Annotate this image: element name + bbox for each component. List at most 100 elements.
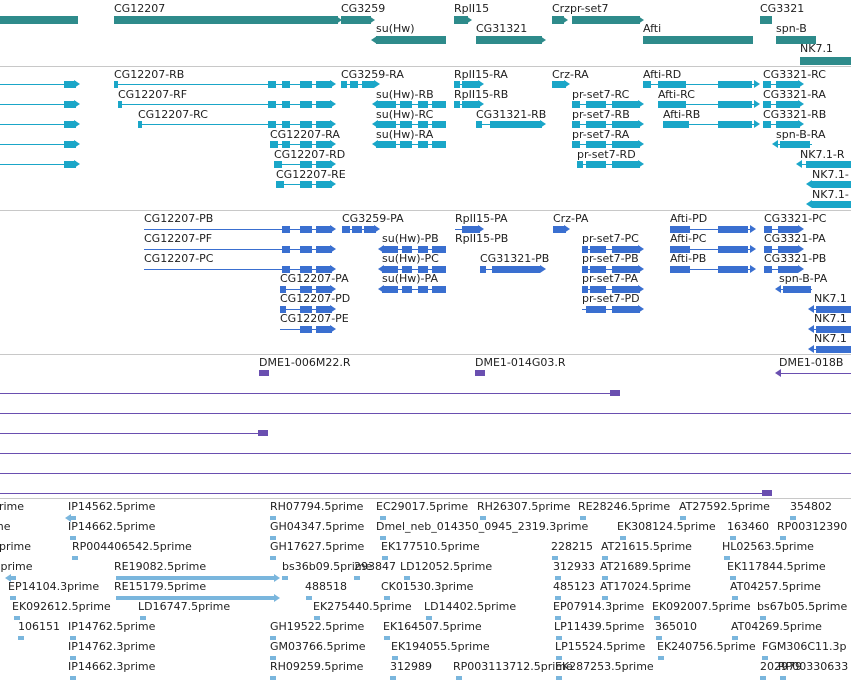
mrna-feature-exon[interactable] [763,101,771,108]
cds-feature-exon[interactable] [300,226,312,233]
mrna-feature-exon[interactable] [270,141,278,148]
mrna-feature-exon[interactable] [282,121,290,128]
clone-feature[interactable] [0,473,851,474]
transcript-label[interactable]: NK7.1- [812,168,849,181]
transcript-label[interactable]: Crz-RA [552,68,589,81]
mrna-feature-exon[interactable] [490,121,542,128]
est-label[interactable]: AT04269.5prime [731,620,822,633]
mrna-feature-exon[interactable] [341,81,347,88]
gene-bar[interactable] [572,16,640,24]
est-label[interactable]: EK117844.5prime [727,560,826,573]
est-label[interactable]: 293847 [354,560,396,573]
clone-end[interactable] [258,430,268,436]
clone-label[interactable]: DME1-014G03.R [475,356,566,369]
mrna-feature-exon[interactable] [400,141,412,148]
est-feature[interactable] [282,576,288,580]
est-label[interactable]: AT27592.5prime [679,500,770,513]
mrna-feature-exon[interactable] [268,101,276,108]
transcript-label[interactable]: CG12207-RC [138,108,208,121]
est-label[interactable]: EC29017.5prime [376,500,468,513]
cds-feature-exon[interactable] [718,226,748,233]
est-label[interactable]: 106151 [18,620,60,633]
mrna-feature-exon[interactable] [586,121,606,128]
gene-label[interactable]: Crzpr-set7 [552,2,609,15]
est-feature[interactable] [390,676,396,680]
mrna-feature-exon[interactable] [776,81,800,88]
est-label[interactable]: AT04257.5prime [730,580,821,593]
protein-label[interactable]: Afti-PC [670,232,706,245]
protein-label[interactable]: CG12207-PE [280,312,349,325]
transcript-label[interactable]: NK7.1-R [800,148,845,161]
est-feature[interactable] [306,596,312,600]
protein-label[interactable]: su(Hw)-PC [382,252,439,265]
gene-label[interactable]: su(Hw) [376,22,415,35]
est-label[interactable]: EK194055.5prime [391,640,490,653]
est-label[interactable]: IP14562.5prime [68,500,155,513]
mrna-feature-exon[interactable] [138,121,142,128]
protein-label[interactable]: NK7.1 [814,292,847,305]
est-label[interactable]: RE15179.5prime [114,580,206,593]
gene-label[interactable]: CG12207 [114,2,165,15]
protein-label[interactable]: NK7.1 [814,332,847,345]
est-label[interactable]: prime [0,500,24,513]
transcript-label[interactable]: CG3321-RA [763,88,826,101]
est-label[interactable]: ime [0,520,11,533]
mrna-feature-exon[interactable] [300,81,312,88]
protein-label[interactable]: CG3321-PA [764,232,826,245]
gene-label[interactable]: RpII15 [454,2,489,15]
mrna-feature-exon[interactable] [300,101,312,108]
cds-feature-exon[interactable] [402,286,412,293]
cds-feature-exon[interactable] [816,346,851,353]
mrna-feature-exon[interactable] [643,81,651,88]
est-feature[interactable] [270,676,276,680]
protein-label[interactable]: CG3259-PA [342,212,404,225]
protein-label[interactable]: Crz-PA [553,212,588,225]
cds-feature-exon[interactable] [783,286,811,293]
mrna-feature-exon[interactable] [612,121,640,128]
mrna-feature-exon[interactable] [812,181,851,188]
mrna-feature-exon[interactable] [476,121,482,128]
est-label[interactable]: IP14662.3prime [68,660,155,673]
est-feature[interactable] [384,636,390,640]
clone-feature[interactable] [0,433,262,434]
est-label[interactable]: IP14762.3prime [68,640,155,653]
cds-feature-exon[interactable] [764,266,772,273]
est-label[interactable]: 365010 [655,620,697,633]
est-label[interactable]: EK240756.5prime [657,640,756,653]
transcript-label[interactable]: su(Hw)-RA [376,128,433,141]
gene-bar[interactable] [376,36,446,44]
est-label[interactable]: EK287253.5prime [555,660,654,673]
transcript-label[interactable]: spn-B-RA [776,128,826,141]
protein-label[interactable]: pr-set7-PB [582,252,639,265]
mrna-feature-exon[interactable] [376,121,396,128]
est-label[interactable]: RH26307.5prime [477,500,570,513]
cds-feature-exon[interactable] [480,266,486,273]
transcript-label[interactable]: CG3259-RA [341,68,404,81]
gene-label[interactable]: CG31321 [476,22,527,35]
transcript-label[interactable]: CG31321-RB [476,108,546,121]
cds-feature-exon[interactable] [352,226,362,233]
gene-bar[interactable] [114,16,338,24]
protein-label[interactable]: Afti-PD [670,212,707,225]
est-label[interactable]: RP004406542.5prime [72,540,192,553]
mrna-feature-exon[interactable] [300,181,312,188]
clone-label[interactable]: DME1-006M22.R [259,356,351,369]
mrna-feature-exon[interactable] [350,81,358,88]
mrna-feature-exon[interactable] [282,101,290,108]
transcript-label[interactable]: Afti-RD [643,68,681,81]
protein-label[interactable]: CG3321-PC [764,212,826,225]
est-label[interactable]: bs67b05.5prime [757,600,847,613]
cds-feature-exon[interactable] [432,286,446,293]
mrna-feature-exon[interactable] [276,181,284,188]
est-label[interactable]: LD14402.5prime [424,600,516,613]
protein-label[interactable]: pr-set7-PA [582,272,638,285]
est-label[interactable]: GM03766.5prime [270,640,366,653]
est-label[interactable]: GH19522.5prime [270,620,364,633]
cds-feature-exon[interactable] [282,226,290,233]
mrna-feature-exon[interactable] [268,121,276,128]
gene-bar[interactable] [341,16,371,24]
mrna-feature-exon[interactable] [418,141,428,148]
protein-label[interactable]: CG12207-PA [280,272,349,285]
mrna-feature-exon[interactable] [418,101,428,108]
est-label[interactable]: EP14104.3prime [8,580,99,593]
